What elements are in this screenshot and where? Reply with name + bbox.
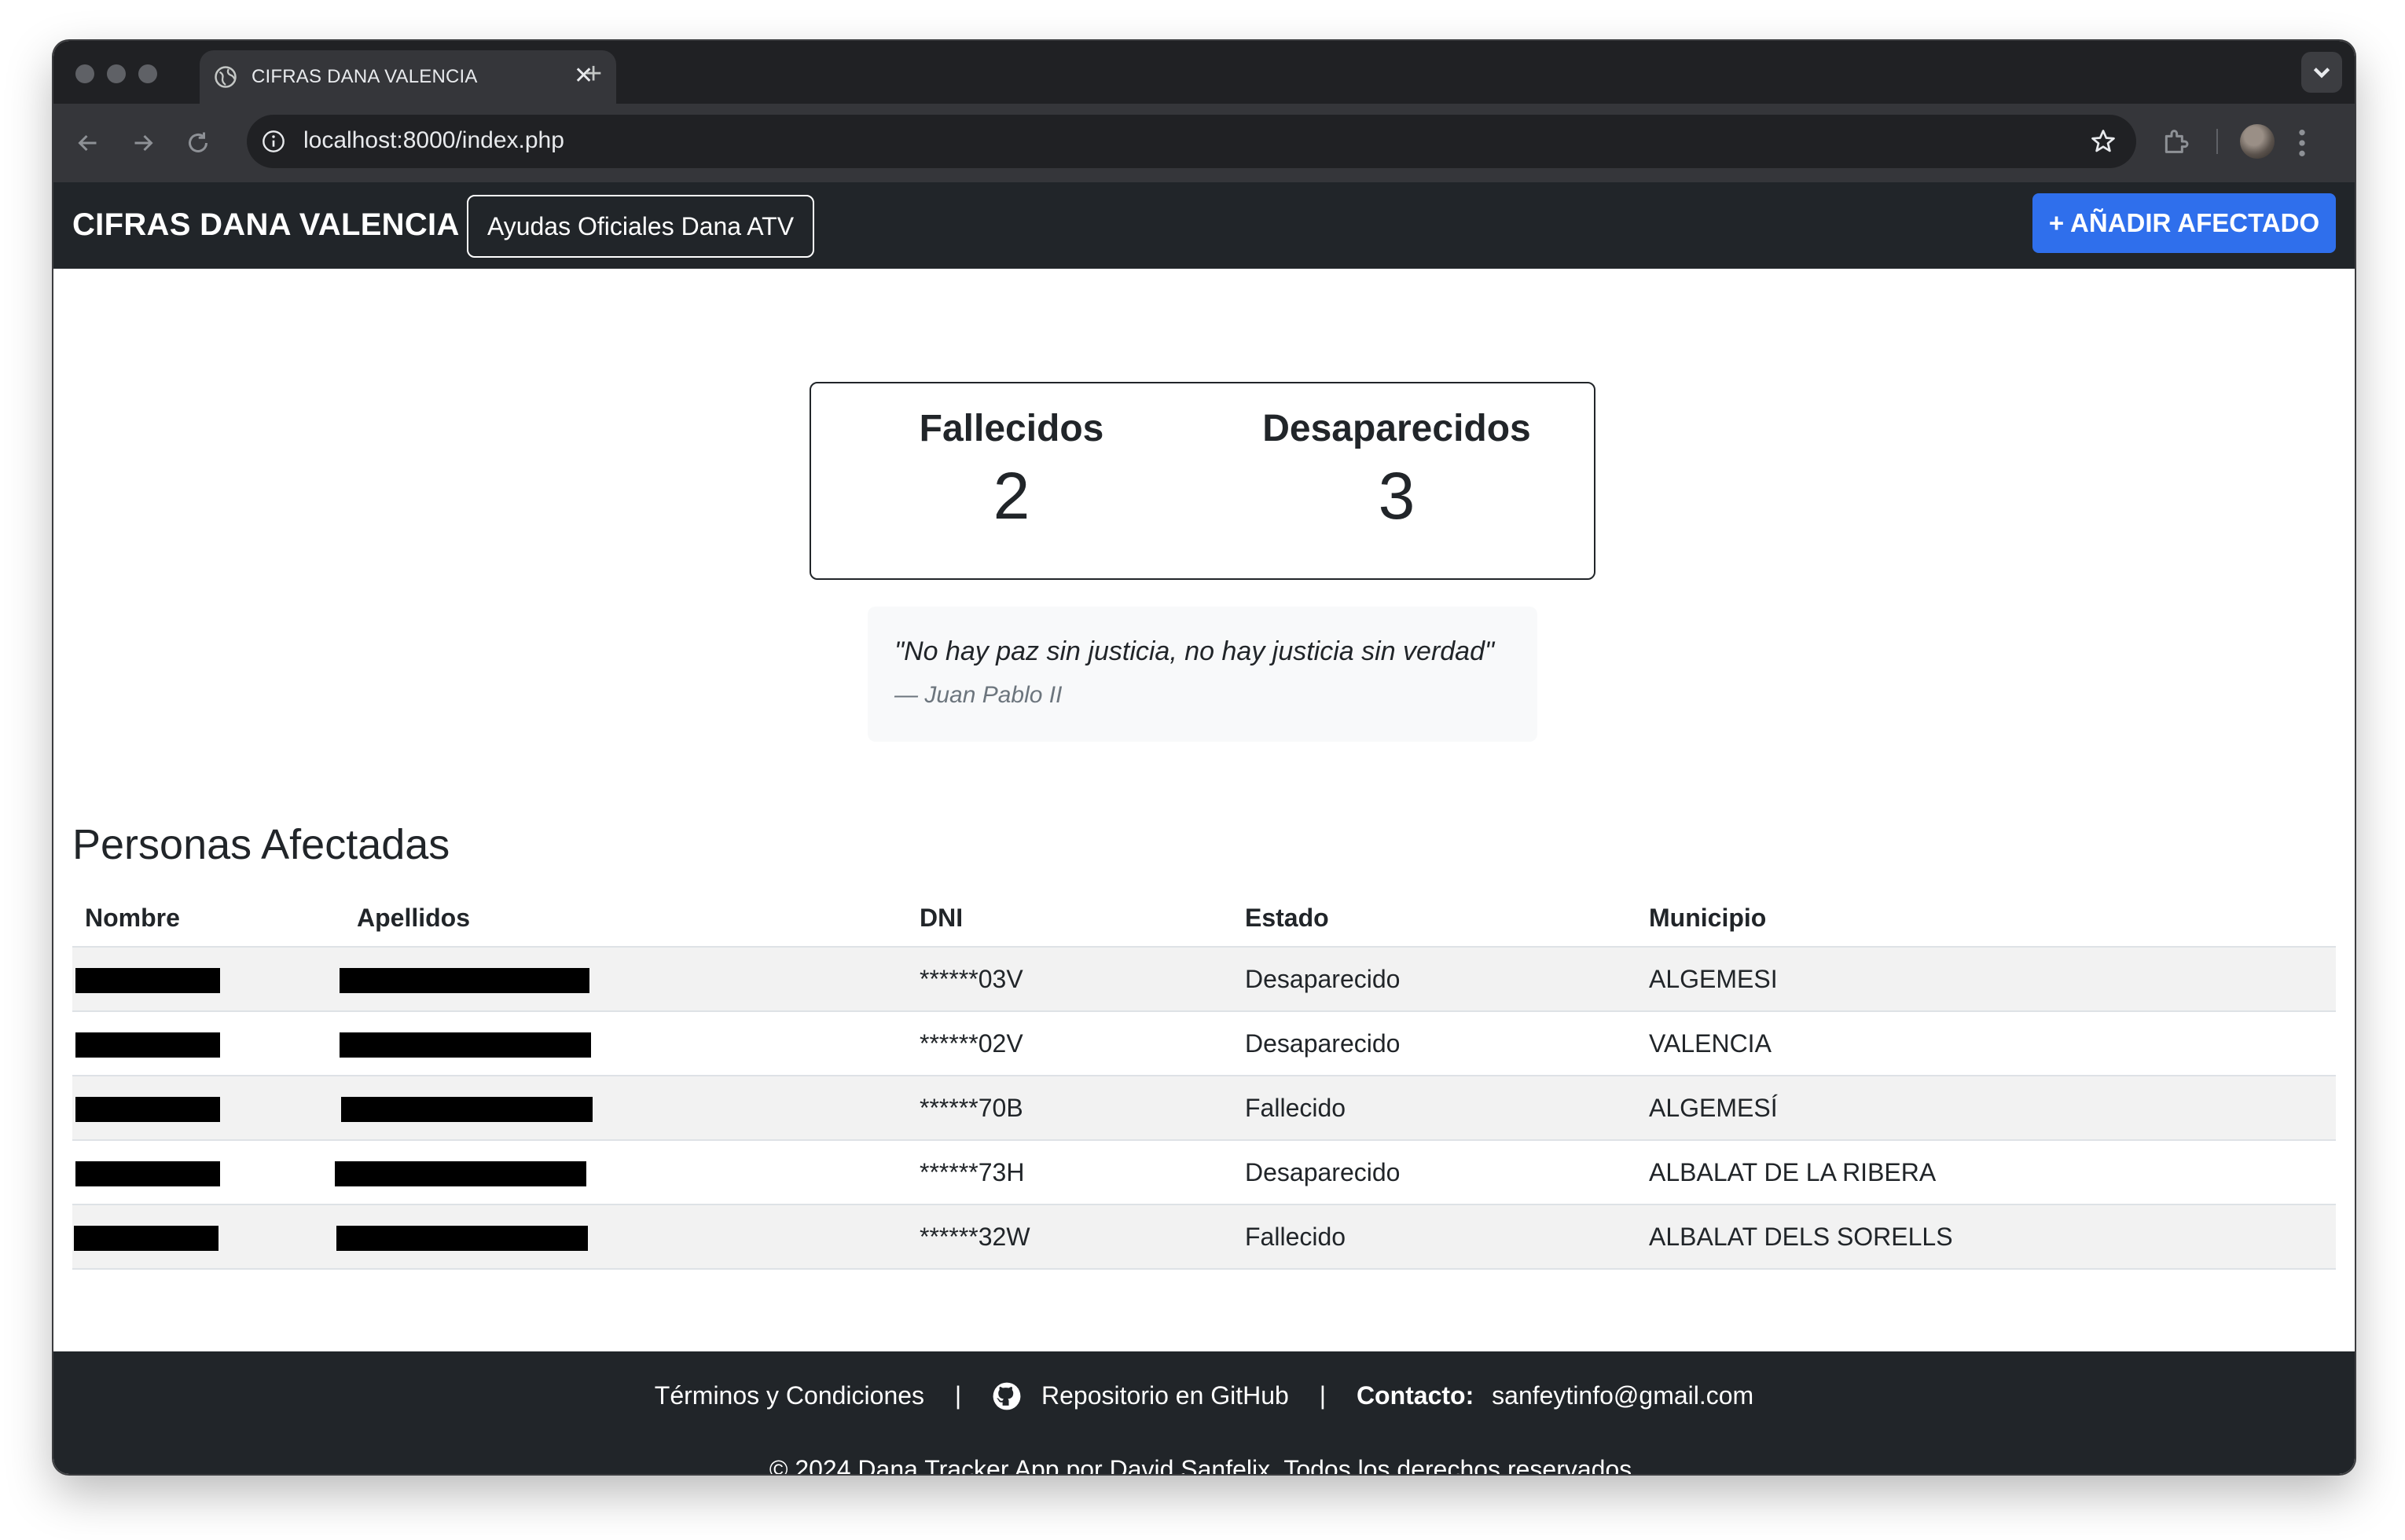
more-vert-icon[interactable] <box>2298 127 2306 159</box>
missing-label: Desaparecidos <box>1262 408 1531 449</box>
affected-table: Nombre Apellidos DNI Estado Municipio **… <box>72 888 2336 1270</box>
terms-link[interactable]: Términos y Condiciones <box>655 1381 924 1410</box>
extensions-puzzle-icon[interactable] <box>2160 126 2191 157</box>
back-arrow-icon[interactable] <box>74 129 102 157</box>
header-estado: Estado <box>1245 904 1329 932</box>
table-row: ******73H Desaparecido ALBALAT DE LA RIB… <box>72 1141 2336 1205</box>
section-title: Personas Afectadas <box>72 821 450 868</box>
table-row: ******32W Fallecido ALBALAT DELS SORELLS <box>72 1205 2336 1270</box>
forward-arrow-icon[interactable] <box>129 129 157 157</box>
footer-separator: | <box>1319 1381 1327 1410</box>
cell-municipio: VALENCIA <box>1649 1029 1772 1058</box>
header-dni: DNI <box>920 904 964 932</box>
site-info-icon[interactable] <box>261 129 286 154</box>
tab-search-button[interactable] <box>2301 52 2342 93</box>
missing-stat: Desaparecidos 3 <box>1239 407 1554 534</box>
tab-title: CIFRAS DANA VALENCIA <box>252 66 478 87</box>
redacted-name <box>75 1097 220 1122</box>
browser-toolbar: localhost:8000/index.php <box>53 104 2355 182</box>
globe-icon <box>215 66 237 88</box>
cell-dni: ******32W <box>920 1223 1030 1251</box>
redacted-name <box>75 1032 220 1058</box>
redacted-surname <box>336 1226 588 1251</box>
site-footer: Términos y Condiciones | Repositorio en … <box>53 1351 2355 1474</box>
redacted-surname <box>341 1097 593 1122</box>
redacted-name <box>74 1226 218 1251</box>
table-row: ******03V Desaparecido ALGEMESI <box>72 948 2336 1012</box>
table-header: Nombre Apellidos DNI Estado Municipio <box>72 888 2336 948</box>
url-text[interactable]: localhost:8000/index.php <box>303 127 564 154</box>
toolbar-divider <box>2216 129 2218 154</box>
quote-text: "No hay paz sin justicia, no hay justici… <box>894 636 1495 666</box>
quote-author: — Juan Pablo II <box>894 682 1063 708</box>
header-municipio: Municipio <box>1649 904 1767 932</box>
deceased-count: 2 <box>993 459 1030 533</box>
browser-window: CIFRAS DANA VALENCIA ✕ + localhost:8000/… <box>53 41 2355 1474</box>
quote-block: "No hay paz sin justicia, no hay justici… <box>868 607 1537 742</box>
window-close-dot[interactable] <box>75 64 94 83</box>
contact-label: Contacto: <box>1356 1381 1474 1410</box>
redacted-name <box>75 968 220 993</box>
footer-links: Términos y Condiciones | Repositorio en … <box>53 1380 2355 1411</box>
redacted-surname <box>340 1032 591 1058</box>
deceased-stat: Fallecidos 2 <box>854 407 1169 534</box>
deceased-label: Fallecidos <box>919 408 1104 449</box>
cell-dni: ******02V <box>920 1029 1023 1058</box>
official-aid-button[interactable]: Ayudas Oficiales Dana ATV <box>467 195 814 258</box>
redacted-name <box>75 1161 220 1186</box>
window-zoom-dot[interactable] <box>138 64 157 83</box>
site-brand[interactable]: CIFRAS DANA VALENCIA <box>72 207 460 243</box>
window-minimize-dot[interactable] <box>107 64 126 83</box>
browser-tab[interactable]: CIFRAS DANA VALENCIA ✕ <box>200 50 616 104</box>
new-tab-icon[interactable]: + <box>585 58 602 90</box>
cell-estado: Fallecido <box>1245 1094 1346 1122</box>
reload-icon[interactable] <box>184 129 212 157</box>
contact-email-link[interactable]: sanfeytinfo@gmail.com <box>1492 1381 1753 1410</box>
add-affected-button[interactable]: + AÑADIR AFECTADO <box>2032 193 2336 253</box>
github-repo-link[interactable]: Repositorio en GitHub <box>1041 1381 1289 1410</box>
cell-estado: Desaparecido <box>1245 1029 1401 1058</box>
cell-estado: Fallecido <box>1245 1223 1346 1251</box>
cell-municipio: ALGEMESÍ <box>1649 1094 1778 1122</box>
cell-estado: Desaparecido <box>1245 965 1401 993</box>
redacted-surname <box>340 968 589 993</box>
cell-municipio: ALBALAT DE LA RIBERA <box>1649 1158 1937 1186</box>
cell-municipio: ALBALAT DELS SORELLS <box>1649 1223 1953 1251</box>
tab-strip: CIFRAS DANA VALENCIA ✕ + <box>53 41 2355 104</box>
missing-count: 3 <box>1378 459 1415 533</box>
address-bar[interactable]: localhost:8000/index.php <box>247 115 2136 168</box>
cell-dni: ******03V <box>920 965 1023 993</box>
bookmark-star-icon[interactable] <box>2089 127 2117 156</box>
github-icon[interactable] <box>992 1381 1022 1411</box>
header-apellidos: Apellidos <box>357 904 471 932</box>
chevron-down-icon <box>2313 68 2330 79</box>
header-nombre: Nombre <box>85 904 180 932</box>
table-row: ******02V Desaparecido VALENCIA <box>72 1012 2336 1076</box>
web-page: CIFRAS DANA VALENCIA Ayudas Oficiales Da… <box>53 182 2355 1474</box>
stats-card: Fallecidos 2 Desaparecidos 3 <box>810 382 1595 580</box>
copyright-text: © 2024 Dana Tracker App por David Sanfel… <box>769 1455 1639 1474</box>
site-navbar: CIFRAS DANA VALENCIA Ayudas Oficiales Da… <box>53 182 2355 269</box>
cell-municipio: ALGEMESI <box>1649 965 1778 993</box>
footer-separator: | <box>954 1381 962 1410</box>
redacted-surname <box>335 1161 586 1186</box>
profile-avatar[interactable] <box>2240 124 2275 159</box>
cell-estado: Desaparecido <box>1245 1158 1401 1186</box>
cell-dni: ******73H <box>920 1158 1025 1186</box>
cell-dni: ******70B <box>920 1094 1023 1122</box>
table-row: ******70B Fallecido ALGEMESÍ <box>72 1076 2336 1141</box>
